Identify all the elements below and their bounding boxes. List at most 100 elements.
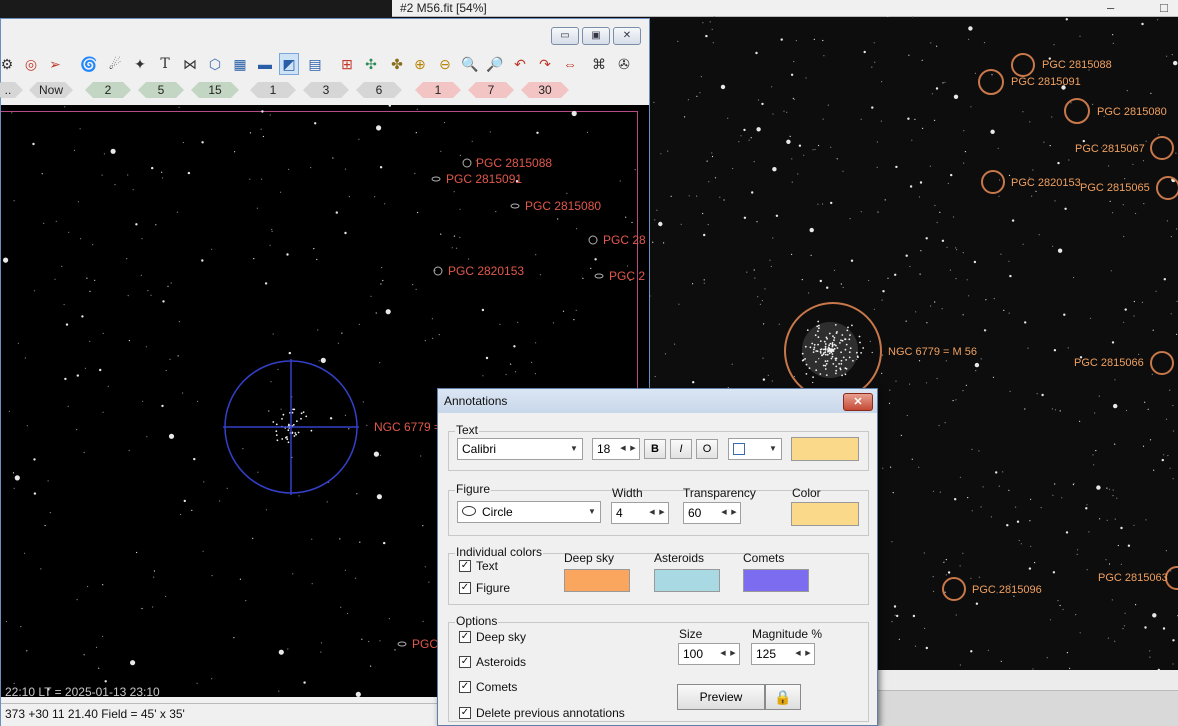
star-cluster-icon[interactable]: ✣ (361, 53, 381, 75)
step-button[interactable]: 1 (250, 82, 296, 98)
star (265, 509, 267, 511)
spin-left-icon[interactable]: ◀ (618, 440, 628, 458)
star (420, 455, 422, 457)
lock-button[interactable]: 🔒 (765, 684, 801, 710)
eyepiece-icon[interactable]: ✇ (614, 53, 634, 75)
plus-icon[interactable]: ⊕ (410, 53, 430, 75)
milkyway-icon[interactable]: ◩ (279, 53, 299, 75)
star (182, 392, 184, 394)
add-object-icon[interactable]: ⊞ (337, 53, 357, 75)
star (823, 55, 825, 57)
now-button[interactable]: Now (29, 82, 73, 98)
asteroid-icon[interactable]: ✦ (130, 53, 150, 75)
star (126, 258, 128, 260)
deep-sky-color-swatch[interactable] (564, 569, 630, 592)
comets-color-swatch[interactable] (743, 569, 809, 592)
dialog-close-button[interactable]: ✕ (843, 393, 873, 411)
cluster-star (845, 359, 847, 361)
step-button[interactable]: 5 (138, 82, 184, 98)
step-button[interactable]: 15 (191, 82, 239, 98)
cluster-star (841, 339, 844, 342)
asteroids-color-swatch[interactable] (654, 569, 720, 592)
restore-button[interactable]: ▣ (582, 27, 610, 45)
cluster-star (287, 429, 290, 432)
step-button[interactable]: 1 (415, 82, 461, 98)
spin-right-icon[interactable]: ▶ (729, 504, 739, 522)
cluster-star (838, 363, 840, 365)
text-icon[interactable]: T (155, 53, 175, 75)
star (947, 182, 949, 185)
spin-left-icon[interactable]: ◀ (719, 504, 729, 522)
spin-left-icon[interactable]: ◀ (793, 645, 803, 663)
spin-right-icon[interactable]: ▶ (628, 440, 638, 458)
horizon-icon[interactable]: ▬ (255, 53, 275, 75)
spin-right-icon[interactable]: ▶ (728, 645, 738, 663)
star (830, 146, 832, 148)
fit-restore-button[interactable]: □ (1160, 0, 1168, 16)
grid-icon[interactable]: ▦ (230, 53, 250, 75)
star (1052, 245, 1054, 247)
spin-left-icon[interactable]: ◀ (718, 645, 728, 663)
spin-right-icon[interactable]: ▶ (803, 645, 813, 663)
star (926, 322, 928, 324)
redo-icon[interactable]: ↷ (535, 53, 555, 75)
zoom-out-icon[interactable]: 🔎 (485, 53, 505, 75)
figure-color-checkbox[interactable]: ✓ (459, 582, 471, 594)
delete-previous-checkbox[interactable]: ✓ (459, 707, 471, 719)
step-button[interactable]: 30 (521, 82, 569, 98)
galaxy-icon[interactable]: 🌀 (79, 53, 99, 75)
star (1057, 161, 1060, 165)
layers-icon[interactable]: ▤ (305, 53, 325, 75)
figure-shape-select[interactable]: Circle ▼ (457, 501, 601, 523)
zoom-in-icon[interactable]: 🔍 (460, 53, 480, 75)
figure-group-label: Figure (455, 482, 492, 496)
text-color-swatch[interactable] (791, 437, 859, 461)
close-button[interactable]: ✕ (613, 27, 641, 45)
font-select[interactable]: Calibri ▼ (457, 438, 583, 460)
comets-checkbox[interactable]: ✓ (459, 681, 471, 693)
star (876, 166, 878, 168)
step-button[interactable]: 2 (85, 82, 131, 98)
spin-left-icon[interactable]: ◀ (647, 504, 657, 522)
step-button[interactable]: 6 (356, 82, 402, 98)
star (89, 340, 91, 342)
text-color-checkbox[interactable]: ✓ (459, 560, 471, 572)
deep-sky-checkbox[interactable]: ✓ (459, 631, 471, 643)
gear-icon[interactable]: ⚙ (0, 53, 17, 75)
star (253, 258, 255, 260)
comet-icon[interactable]: ☄ (105, 53, 125, 75)
constellation-icon[interactable]: ⋈ (180, 53, 200, 75)
fit-minimize-button[interactable]: – (1107, 0, 1114, 16)
asteroids-checkbox[interactable]: ✓ (459, 656, 471, 668)
undo-icon[interactable]: ↶ (510, 53, 530, 75)
transparency-spinner[interactable]: 60 ◀ ▶ (683, 502, 741, 524)
text-frame-select[interactable]: ▼ (728, 438, 782, 460)
star (905, 320, 907, 322)
minimize-button[interactable]: ▭ (551, 27, 579, 45)
outline-icon[interactable]: ⬡ (205, 53, 225, 75)
star (812, 381, 814, 384)
step-button[interactable]: 7 (468, 82, 514, 98)
size-spinner[interactable]: 100 ◀ ▶ (678, 643, 740, 665)
font-size-spinner[interactable]: 18 ◀ ▶ (592, 438, 640, 460)
minus-icon[interactable]: ⊖ (435, 53, 455, 75)
arrow-icon[interactable]: ➢ (45, 53, 65, 75)
width-spinner[interactable]: 4 ◀ ▶ (611, 502, 669, 524)
step-button[interactable]: 3 (303, 82, 349, 98)
magnitude-spinner[interactable]: 125 ◀ ▶ (751, 643, 815, 665)
width-value: 4 (616, 506, 623, 520)
bold-button[interactable]: B (644, 439, 666, 459)
preview-button[interactable]: Preview (677, 684, 765, 710)
star (918, 196, 921, 198)
network-icon[interactable]: ⌘ (589, 53, 609, 75)
star (1024, 408, 1026, 410)
spin-right-icon[interactable]: ▶ (657, 504, 667, 522)
planets-icon[interactable]: ✤ (387, 53, 407, 75)
figure-color-swatch[interactable] (791, 502, 859, 526)
flip-icon[interactable]: ⇔ (560, 53, 580, 75)
outline-button[interactable]: O (696, 439, 718, 459)
italic-button[interactable]: I (670, 439, 692, 459)
target-icon[interactable]: ◎ (21, 53, 41, 75)
step-button[interactable]: .. (0, 82, 23, 98)
pgc-2815065-marker (1156, 176, 1178, 200)
